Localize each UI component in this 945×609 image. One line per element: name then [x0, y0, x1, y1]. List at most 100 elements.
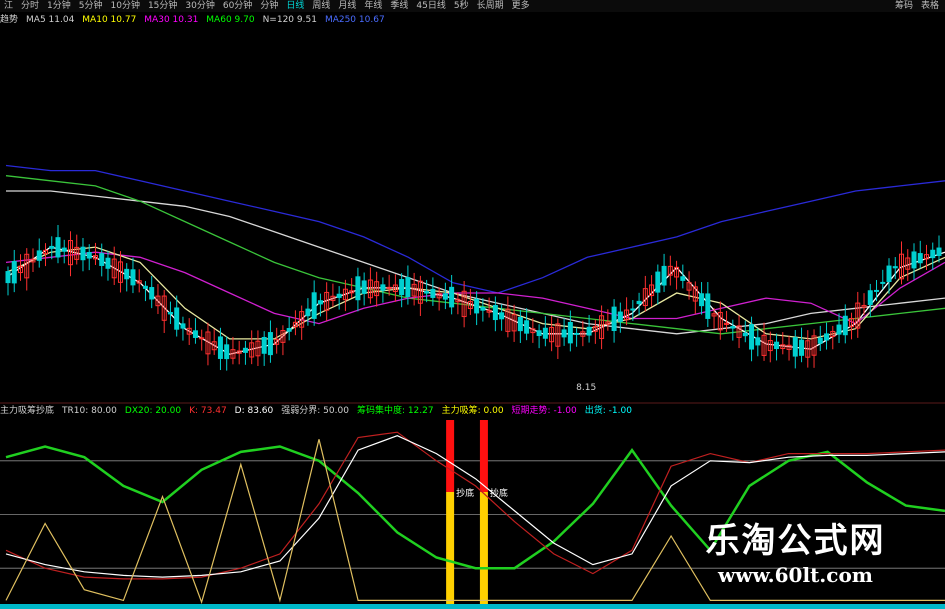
- candle-body-126: [792, 337, 798, 357]
- candle-body-112: [705, 293, 711, 319]
- candle-body-16: [105, 257, 111, 269]
- candle-body-28: [180, 323, 186, 329]
- candle-body-70: [442, 293, 448, 300]
- candle-body-5: [36, 250, 42, 261]
- candle-body-148: [930, 249, 936, 259]
- candle-body-101: [636, 300, 642, 305]
- candle-body-35: [224, 344, 230, 360]
- indicator-legend-item-9: 出货: -1.00: [584, 406, 632, 416]
- candle-body-91: [574, 332, 580, 335]
- candle-body-142: [892, 266, 898, 269]
- candle-body-131: [824, 333, 830, 341]
- signal-label-0: 抄底: [456, 487, 474, 499]
- indicator-legend: 主力吸筹抄底 TR10: 80.00 DX20: 20.00 K: 73.47 D: 8…: [0, 405, 640, 417]
- indicator-legend-item-3: K: 73.47: [189, 406, 227, 416]
- candle-body-116: [730, 326, 736, 329]
- candle-body-105: [661, 265, 667, 286]
- candle-body-27: [174, 307, 180, 330]
- watermark-title: 乐淘公式网: [705, 521, 886, 561]
- candle-body-57: [361, 280, 367, 294]
- candle-body-139: [874, 289, 880, 292]
- price-series-0: [5, 164, 945, 294]
- candle-body-120: [755, 337, 761, 346]
- candle-body-146: [917, 253, 923, 264]
- candle-body-53: [336, 293, 342, 298]
- candle-body-149: [936, 247, 942, 257]
- candle-body-67: [424, 291, 430, 294]
- candle-body-98: [617, 311, 623, 322]
- indicator-legend-item-8: 短期走势: -1.00: [511, 406, 577, 416]
- candle-body-127: [799, 339, 805, 356]
- signal-bar-red-0: [446, 420, 455, 492]
- indicator-legend-item-1: TR10: 80.00: [62, 406, 117, 416]
- candle-body-26: [167, 312, 173, 315]
- candle-body-140: [880, 281, 886, 284]
- candle-body-7: [49, 245, 55, 249]
- candle-body-19: [124, 268, 130, 280]
- candle-body-123: [774, 341, 780, 350]
- candle-body-86: [542, 327, 548, 339]
- candle-body-22: [142, 285, 148, 289]
- candle-body-63: [399, 279, 405, 296]
- candle-body-76: [480, 307, 486, 311]
- candle-body-64: [405, 277, 411, 298]
- candle-body-111: [699, 293, 705, 307]
- candle-body-89: [561, 329, 567, 338]
- outflow-strip: [0, 604, 945, 609]
- candle-body-90: [567, 321, 573, 344]
- candle-body-85: [536, 330, 542, 337]
- watermark-url: www.60lt.com: [718, 563, 873, 587]
- candle-body-134: [842, 315, 848, 336]
- indicator-legend-item-4: D: 83.60: [234, 406, 274, 416]
- candle-body-133: [836, 324, 842, 335]
- candle-body-119: [749, 324, 755, 350]
- signal-bar-yellow-0: [446, 492, 455, 604]
- candle-body-75: [474, 298, 480, 314]
- candle-body-42: [267, 332, 273, 356]
- candle-body-71: [449, 286, 455, 308]
- signal-bar-yellow-1: [479, 492, 488, 604]
- candle-body-12: [80, 246, 86, 261]
- candle-body-78: [492, 304, 498, 321]
- candle-body-97: [611, 306, 617, 331]
- candle-body-130: [817, 337, 823, 344]
- indicator-legend-item-7: 主力吸筹: 0.00: [441, 406, 504, 416]
- candle-body-138: [867, 290, 873, 305]
- candle-body-0: [5, 271, 11, 284]
- candle-body-82: [517, 316, 523, 332]
- candle-body-100: [630, 308, 636, 311]
- candle-body-60: [380, 284, 386, 291]
- candle-body-38: [242, 347, 248, 353]
- candle-body-141: [886, 265, 892, 283]
- candle-body-79: [499, 312, 505, 320]
- candle-body-23: [149, 287, 155, 300]
- indicator-legend-item-5: 强弱分界: 50.00: [281, 406, 349, 416]
- candle-body-45: [286, 328, 292, 332]
- indicator-legend-item-0: 主力吸筹抄底: [0, 406, 55, 416]
- candle-body-1: [11, 260, 17, 284]
- candle-body-8: [55, 237, 61, 258]
- candle-body-118: [742, 332, 748, 337]
- candle-body-108: [680, 276, 686, 281]
- candle-body-30: [192, 330, 198, 338]
- candle-body-9: [61, 247, 67, 252]
- candle-body-93: [586, 326, 592, 336]
- candle-body-15: [99, 253, 105, 266]
- candle-body-49: [311, 292, 317, 319]
- candle-body-56: [355, 276, 361, 301]
- candle-body-48: [305, 308, 311, 317]
- candle-body-145: [911, 251, 917, 269]
- kline-chart[interactable]: 8.15抄底 抄底: [0, 0, 945, 609]
- price-annotation-0: 8.15: [576, 383, 596, 393]
- candle-body-20: [130, 269, 136, 286]
- candle-body-104: [655, 271, 661, 293]
- candle-body-34: [217, 336, 223, 359]
- watermark: 乐淘公式网 www.60lt.com: [688, 520, 903, 600]
- indicator-legend-item-6: 筹码集中度: 12.27: [356, 406, 434, 416]
- signal-bar-red-1: [479, 420, 488, 492]
- candle-body-68: [430, 288, 436, 298]
- indicator-legend-item-2: DX20: 20.00: [124, 406, 182, 416]
- candle-body-50: [317, 300, 323, 305]
- candle-body-83: [524, 320, 530, 334]
- candle-body-41: [261, 336, 267, 354]
